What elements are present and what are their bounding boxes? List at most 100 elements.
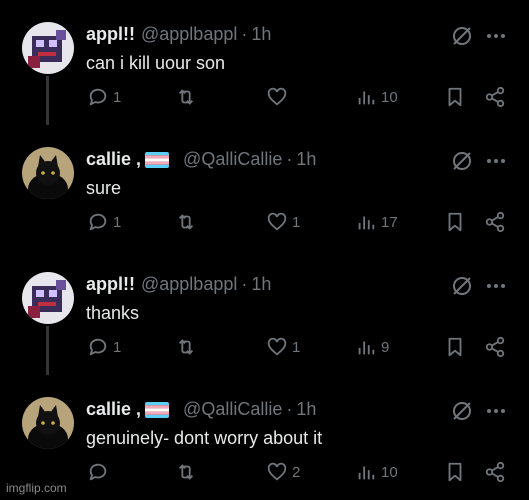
views-button[interactable]: 9 [355,336,389,358]
like-count: 2 [292,463,301,481]
share-icon [485,336,505,358]
reply-count: 1 [113,88,122,106]
separator-dot: · [241,24,248,44]
display-name[interactable]: callie , [86,399,141,420]
tweet-header: appl!! @applbappl · 1h [86,24,271,45]
retweet-button[interactable] [175,461,201,483]
share-button[interactable] [484,86,506,108]
views-button[interactable]: 17 [355,211,398,233]
user-handle[interactable]: @QalliCallie [183,149,282,170]
like-button[interactable]: 1 [266,211,300,233]
like-count: 1 [292,213,301,231]
reply-icon [89,463,107,481]
action-bar: 2 10 [0,461,529,493]
grok-icon[interactable] [450,399,474,423]
grok-icon[interactable] [450,274,474,298]
separator-dot: · [286,399,293,419]
separator-dot: · [286,149,293,169]
user-handle[interactable]: @applbappl [141,24,237,45]
reply-icon [89,213,107,231]
views-icon [358,341,375,355]
reply-button[interactable] [87,461,113,483]
action-bar: 1 1 17 [0,211,529,243]
tweet-text: sure [86,178,122,198]
timestamp[interactable]: 1h [296,149,316,170]
retweet-icon [178,339,194,355]
bookmark-button[interactable] [444,86,466,108]
like-button[interactable]: 2 [266,461,300,483]
share-button[interactable] [484,461,506,483]
views-count: 9 [381,338,390,356]
heart-icon [267,87,287,106]
bookmark-icon [448,212,462,232]
views-button[interactable]: 10 [355,461,398,483]
tweet-header: callie , @QalliCallie · 1h [86,149,316,170]
bookmark-icon [448,87,462,107]
reply-count: 1 [113,213,122,231]
timestamp[interactable]: 1h [251,24,271,45]
tweet[interactable]: appl!! @applbappl · 1h can i kill uour s… [0,0,529,125]
share-button[interactable] [484,211,506,233]
views-icon [358,216,375,230]
retweet-icon [178,89,194,105]
reply-button[interactable]: 1 [87,86,121,108]
avatar[interactable] [22,272,74,324]
timestamp[interactable]: 1h [251,274,271,295]
like-button[interactable] [266,86,292,108]
views-icon [358,466,375,480]
views-icon [358,91,375,105]
bookmark-icon [448,462,462,482]
retweet-icon [178,214,194,230]
avatar[interactable] [22,397,74,449]
like-button[interactable]: 1 [266,336,300,358]
display-name[interactable]: callie , [86,149,141,170]
more-options-icon[interactable] [484,399,508,423]
tweet[interactable]: callie , @QalliCallie · 1h genuinely- do… [0,375,529,500]
heart-icon [267,212,287,231]
reply-button[interactable]: 1 [87,336,121,358]
share-icon [485,461,505,483]
tweet[interactable]: appl!! @applbappl · 1h thanks 1 1 9 [0,250,529,375]
user-handle[interactable]: @QalliCallie [183,399,282,420]
views-button[interactable]: 10 [355,86,398,108]
reply-button[interactable]: 1 [87,211,121,233]
grok-icon[interactable] [450,24,474,48]
retweet-button[interactable] [175,336,201,358]
views-count: 10 [381,88,398,106]
tweet-header: callie , @QalliCallie · 1h [86,399,316,420]
avatar[interactable] [22,22,74,74]
trans-flag-icon [145,401,170,418]
views-count: 10 [381,463,398,481]
heart-icon [267,337,287,356]
views-count: 17 [381,213,398,231]
bookmark-button[interactable] [444,336,466,358]
separator-dot: · [241,274,248,294]
display-name[interactable]: appl!! [86,274,135,295]
action-bar: 1 1 9 [0,336,529,368]
retweet-button[interactable] [175,86,201,108]
avatar[interactable] [22,147,74,199]
more-options-icon[interactable] [484,24,508,48]
tweet-text: genuinely- dont worry about it [86,428,323,448]
more-options-icon[interactable] [484,274,508,298]
bookmark-button[interactable] [444,461,466,483]
tweet-text: can i kill uour son [86,53,226,73]
retweet-button[interactable] [175,211,201,233]
like-count: 1 [292,338,301,356]
user-handle[interactable]: @applbappl [141,274,237,295]
trans-flag-icon [145,151,170,168]
timestamp[interactable]: 1h [296,399,316,420]
reply-count: 1 [113,338,122,356]
bookmark-button[interactable] [444,211,466,233]
watermark: imgflip.com [6,481,67,495]
tweet[interactable]: callie , @QalliCallie · 1h sure 1 1 17 [0,125,529,250]
display-name[interactable]: appl!! [86,24,135,45]
share-icon [485,86,505,108]
share-button[interactable] [484,336,506,358]
grok-icon[interactable] [450,149,474,173]
more-options-icon[interactable] [484,149,508,173]
reply-icon [89,338,107,356]
heart-icon [267,462,287,481]
tweet-header: appl!! @applbappl · 1h [86,274,271,295]
bookmark-icon [448,337,462,357]
